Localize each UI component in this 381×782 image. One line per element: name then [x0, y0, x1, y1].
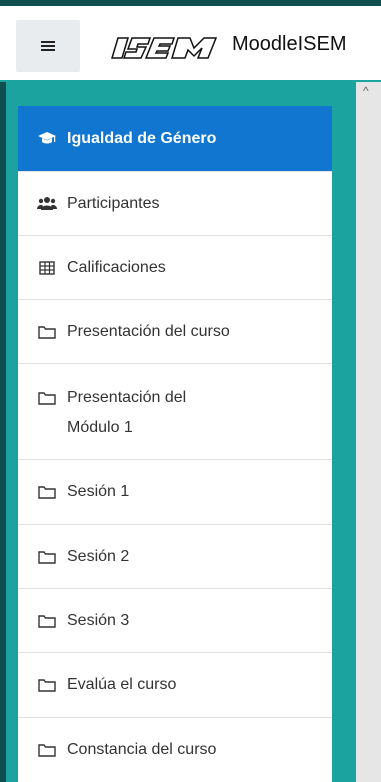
graduation-cap-icon: [35, 131, 59, 147]
users-icon: [35, 196, 59, 212]
site-name[interactable]: MoodleISEM: [232, 33, 347, 56]
hamburger-icon: [41, 41, 55, 51]
folder-icon: [35, 325, 59, 339]
folder-icon: [35, 743, 59, 757]
folder-icon: [35, 678, 59, 692]
course-navigation: Igualdad de Género Participantes Calific…: [18, 106, 332, 782]
nav-item-course-home[interactable]: Igualdad de Género: [18, 106, 332, 172]
nav-item-participants[interactable]: Participantes: [18, 172, 332, 236]
nav-item-label: Sesión 2: [67, 547, 130, 565]
folder-icon: [35, 485, 59, 499]
scroll-up-arrow-icon[interactable]: ^: [363, 85, 373, 97]
nav-item-label: Calificaciones: [67, 258, 166, 276]
nav-item-label: Igualdad de Género: [67, 129, 217, 147]
nav-item-label: Presentación del curso: [67, 322, 230, 340]
nav-item-label: Evalúa el curso: [67, 676, 177, 693]
folder-icon: [35, 550, 59, 564]
nav-item-course-presentation[interactable]: Presentación del curso: [18, 300, 332, 364]
nav-drawer: ^ Igualdad de Género Participantes Calif…: [0, 82, 381, 782]
drawer-edge: [0, 82, 6, 782]
isem-logo[interactable]: [110, 34, 228, 62]
nav-item-session-2[interactable]: Sesión 2: [18, 525, 332, 589]
scrollbar[interactable]: ^: [356, 82, 381, 782]
nav-item-label: Participantes: [67, 194, 160, 212]
folder-icon: [35, 387, 59, 409]
nav-item-label: Presentación del Módulo 1: [67, 389, 187, 436]
nav-item-course-certificate[interactable]: Constancia del curso: [18, 718, 332, 782]
nav-item-grades[interactable]: Calificaciones: [18, 236, 332, 300]
table-icon: [35, 260, 59, 275]
nav-item-label: Sesión 1: [67, 483, 130, 500]
nav-item-session-1[interactable]: Sesión 1: [18, 460, 332, 525]
nav-item-label: Sesión 3: [67, 611, 130, 629]
nav-item-module-presentation[interactable]: Presentación del Módulo 1: [18, 364, 332, 460]
nav-item-evaluate-course[interactable]: Evalúa el curso: [18, 653, 332, 718]
folder-icon: [35, 614, 59, 628]
top-navbar: MoodleISEM: [0, 0, 381, 82]
menu-toggle-button[interactable]: [16, 20, 80, 72]
nav-item-label: Constancia del curso: [67, 741, 217, 758]
nav-item-session-3[interactable]: Sesión 3: [18, 589, 332, 653]
